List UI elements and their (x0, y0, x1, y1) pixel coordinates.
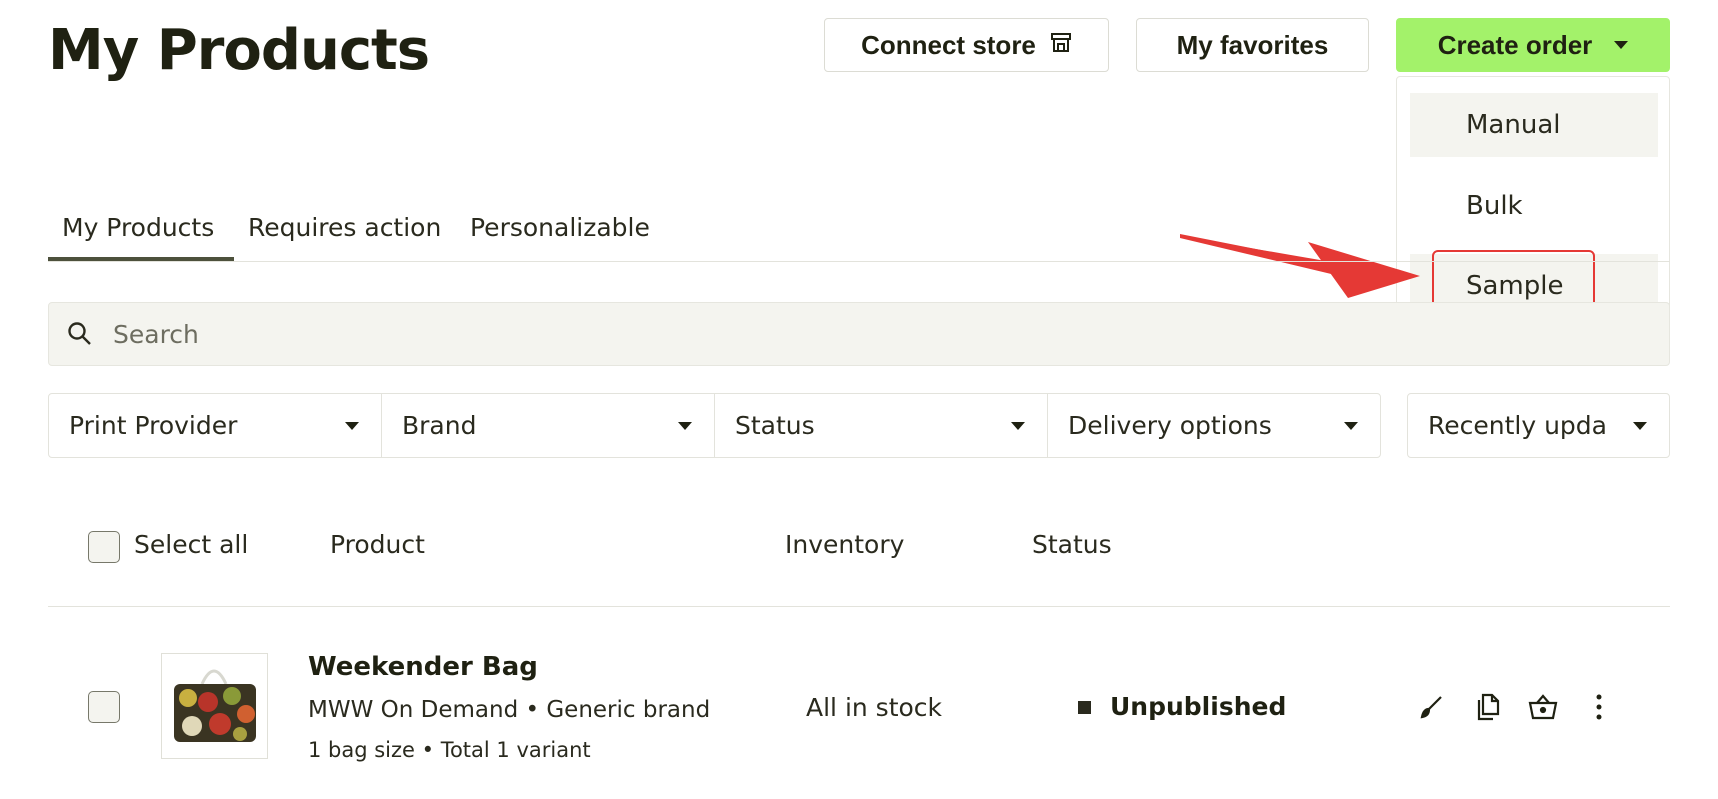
product-provider: MWW On Demand • Generic brand (308, 697, 711, 723)
sort-label: Recently upda (1428, 411, 1607, 440)
filter-brand[interactable]: Brand (382, 394, 715, 457)
filter-label: Delivery options (1068, 411, 1272, 440)
tab-requires-action[interactable]: Requires action (248, 213, 441, 242)
chevron-down-icon (1633, 421, 1647, 430)
connect-store-label: Connect store (861, 29, 1036, 60)
copy-icon[interactable] (1470, 690, 1504, 724)
tab-my-products[interactable]: My Products (62, 213, 214, 242)
status-indicator (1078, 701, 1091, 714)
search-bar (48, 302, 1670, 366)
filter-bar: Print Provider Brand Status Delivery opt… (48, 393, 1381, 458)
store-icon (1050, 30, 1072, 61)
create-order-label: Create order (1437, 29, 1593, 60)
divider (48, 606, 1670, 607)
column-header-inventory: Inventory (785, 530, 905, 559)
my-favorites-button[interactable]: My favorites (1136, 18, 1369, 72)
chevron-down-icon (1614, 41, 1629, 49)
select-all-label: Select all (134, 530, 249, 559)
active-tab-indicator (48, 257, 234, 261)
select-all-checkbox[interactable] (88, 531, 120, 563)
filter-label: Status (735, 411, 815, 440)
sort-select[interactable]: Recently upda (1407, 393, 1670, 458)
product-tabs: My Products Requires action Personalizab… (48, 205, 1670, 262)
product-name[interactable]: Weekender Bag (308, 652, 538, 682)
status-badge: Unpublished (1110, 692, 1287, 721)
connect-store-button[interactable]: Connect store (824, 18, 1109, 72)
filter-label: Brand (402, 411, 477, 440)
inventory-value: All in stock (806, 693, 943, 722)
basket-icon[interactable] (1526, 690, 1560, 724)
filter-label: Print Provider (69, 411, 238, 440)
chevron-down-icon (345, 421, 359, 430)
row-checkbox[interactable] (88, 691, 120, 723)
filter-delivery-options[interactable]: Delivery options (1048, 394, 1380, 457)
chevron-down-icon (678, 421, 692, 430)
chevron-down-icon (1011, 421, 1025, 430)
product-variants: 1 bag size • Total 1 variant (308, 738, 591, 762)
tab-personalizable[interactable]: Personalizable (470, 213, 650, 242)
create-order-button[interactable]: Create order (1396, 18, 1670, 72)
chevron-down-icon (1344, 421, 1358, 430)
brush-icon[interactable] (1414, 690, 1448, 724)
column-header-product: Product (330, 530, 425, 559)
filter-status[interactable]: Status (715, 394, 1048, 457)
search-input[interactable] (113, 303, 1413, 365)
menu-item-manual[interactable]: Manual (1410, 93, 1658, 157)
more-vertical-icon[interactable] (1582, 690, 1616, 724)
column-header-status: Status (1032, 530, 1112, 559)
filter-print-provider[interactable]: Print Provider (49, 394, 382, 457)
product-thumbnail[interactable] (161, 653, 268, 759)
page-title: My Products (48, 18, 430, 83)
search-icon (67, 321, 93, 351)
my-favorites-label: My favorites (1176, 29, 1329, 60)
